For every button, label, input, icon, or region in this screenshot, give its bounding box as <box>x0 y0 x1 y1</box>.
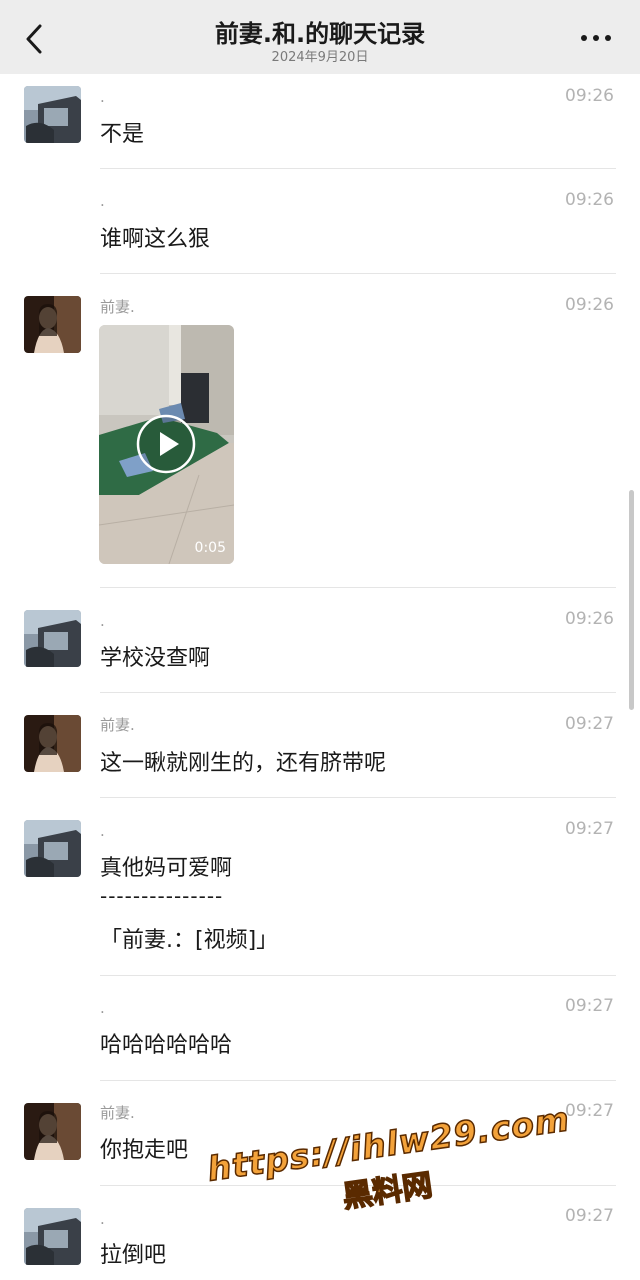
message-text: 真他妈可爱啊 <box>100 856 233 881</box>
divider <box>100 273 616 274</box>
divider <box>100 168 616 169</box>
message-text: 这一瞅就刚生的，还有脐带呢 <box>100 751 387 776</box>
quote-divider-text: --------------- <box>100 884 224 908</box>
avatar-car[interactable] <box>24 610 81 667</box>
sender-name: . <box>100 1210 105 1228</box>
avatar-car[interactable] <box>24 1208 81 1265</box>
sender-name: . <box>100 822 105 840</box>
message-text: 学校没查啊 <box>100 646 211 671</box>
video-thumbnail[interactable]: 0:05 <box>99 325 234 564</box>
sender-name: . <box>100 612 105 630</box>
divider <box>100 587 616 588</box>
navigation-bar: 前妻.和.的聊天记录 2024年9月20日 <box>0 0 640 74</box>
message-text: 不是 <box>100 122 145 147</box>
video-duration: 0:05 <box>194 540 226 556</box>
sender-name: . <box>100 88 105 106</box>
message-text: 你抱走吧 <box>100 1138 189 1163</box>
sender-name: . <box>100 192 105 210</box>
message-time: 09:26 <box>565 86 614 106</box>
scrollbar[interactable] <box>629 490 634 710</box>
sender-name: 前妻. <box>100 298 135 316</box>
sender-name: . <box>100 999 105 1017</box>
sender-name: 前妻. <box>100 716 135 734</box>
message-time: 09:26 <box>565 295 614 315</box>
avatar-woman[interactable] <box>24 296 81 353</box>
quoted-message: 「前妻.：[视频]」 <box>100 928 279 953</box>
message-text: 谁啊这么狠 <box>100 227 211 252</box>
chat-date: 2024年9月20日 <box>271 50 369 65</box>
divider <box>100 797 616 798</box>
message-time: 09:27 <box>565 714 614 734</box>
divider <box>100 692 616 693</box>
message-time: 09:27 <box>565 819 614 839</box>
chevron-left-icon[interactable] <box>20 20 50 58</box>
play-icon[interactable] <box>136 414 196 474</box>
message-text: 拉倒吧 <box>100 1243 167 1268</box>
message-time: 09:27 <box>565 1101 614 1121</box>
avatar-woman[interactable] <box>24 1103 81 1160</box>
message-time: 09:27 <box>565 996 614 1016</box>
avatar-woman[interactable] <box>24 715 81 772</box>
divider <box>100 1080 616 1081</box>
message-text: 哈哈哈哈哈哈 <box>100 1033 233 1058</box>
message-time: 09:26 <box>565 609 614 629</box>
watermark: https://ihlw29.com 黑料网 <box>204 1098 578 1269</box>
divider <box>100 975 616 976</box>
avatar-car[interactable] <box>24 86 81 143</box>
avatar-car[interactable] <box>24 820 81 877</box>
message-time: 09:26 <box>565 190 614 210</box>
chat-title: 前妻.和.的聊天记录 <box>214 20 426 48</box>
sender-name: 前妻. <box>100 1104 135 1122</box>
more-dots-icon[interactable] <box>578 28 614 48</box>
